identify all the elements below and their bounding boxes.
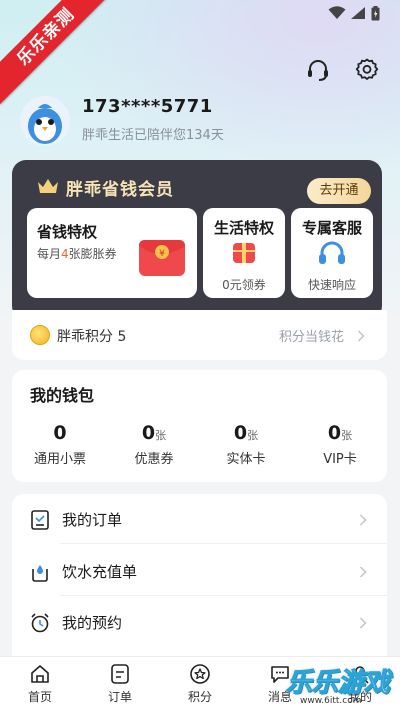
menu-item-appointments[interactable]: 我的预约 [12, 597, 387, 647]
coin-icon [30, 325, 50, 345]
phone-number: 173****5771 [82, 96, 213, 117]
order-list-icon [31, 510, 49, 530]
saving-privilege-tile[interactable]: 省钱特权 每月4张膨胀券 ¥ [27, 208, 197, 298]
wallet-item-vip-card[interactable]: 0张 VIP卡 [300, 422, 380, 467]
saving-privilege-desc: 每月4张膨胀券 [37, 247, 117, 261]
alarm-clock-icon [31, 613, 49, 633]
wallet-title: 我的钱包 [30, 386, 95, 405]
signal-icon [351, 7, 365, 19]
gear-icon[interactable] [354, 57, 380, 83]
open-membership-button[interactable]: 去开通 [307, 178, 371, 204]
life-privilege-tile[interactable]: 生活特权 0元领券 [203, 208, 285, 298]
chevron-right-icon [359, 617, 367, 629]
svg-text:¥: ¥ [159, 249, 165, 259]
headset-icon[interactable] [305, 57, 331, 83]
menu-item-water-recharge[interactable]: 饮水充值单 [12, 546, 387, 596]
wallet-item-coupons[interactable]: 0张 优惠券 [114, 422, 194, 467]
crown-icon [38, 179, 58, 193]
chevron-right-icon [357, 330, 365, 342]
member-title: 胖乖省钱会员 [66, 180, 174, 200]
nav-home[interactable]: 首页 [10, 663, 70, 705]
exclusive-service-title: 专属客服 [301, 219, 362, 237]
wifi-icon [328, 6, 346, 19]
red-envelope-icon: ¥ [139, 240, 185, 276]
points-tip: 积分当钱花 [279, 330, 345, 345]
divider [60, 543, 387, 544]
star-icon [190, 664, 210, 684]
divider [60, 595, 387, 596]
battery-icon [371, 6, 380, 21]
nav-points[interactable]: 积分 [170, 663, 230, 705]
exclusive-service-desc: 快速响应 [307, 278, 356, 292]
nav-orders[interactable]: 订单 [90, 663, 150, 705]
headphones-icon [319, 241, 345, 264]
wallet-item-tickets[interactable]: 0 通用小票 [20, 422, 100, 467]
life-privilege-desc: 0元领券 [222, 278, 266, 292]
saving-privilege-title: 省钱特权 [37, 223, 98, 241]
penguin-avatar-icon [28, 104, 62, 144]
menu-item-orders[interactable]: 我的订单 [12, 494, 387, 544]
home-icon [31, 665, 49, 683]
points-label: 胖乖积分 5 [57, 329, 127, 345]
avatar[interactable] [20, 96, 70, 146]
water-drop-icon [32, 565, 48, 582]
watermark-logo: 乐乐游戏 www.6itt.com [285, 668, 391, 707]
coupon-icon [233, 243, 255, 263]
order-icon [111, 664, 129, 684]
wallet-item-physical-card[interactable]: 0张 实体卡 [206, 422, 286, 467]
chevron-right-icon [359, 566, 367, 578]
life-privilege-title: 生活特权 [213, 219, 274, 237]
chevron-right-icon [359, 514, 367, 526]
companion-days-text: 胖乖生活已陪伴您134天 [82, 128, 224, 143]
status-bar [328, 6, 388, 22]
exclusive-service-tile[interactable]: 专属客服 快速响应 [291, 208, 373, 298]
